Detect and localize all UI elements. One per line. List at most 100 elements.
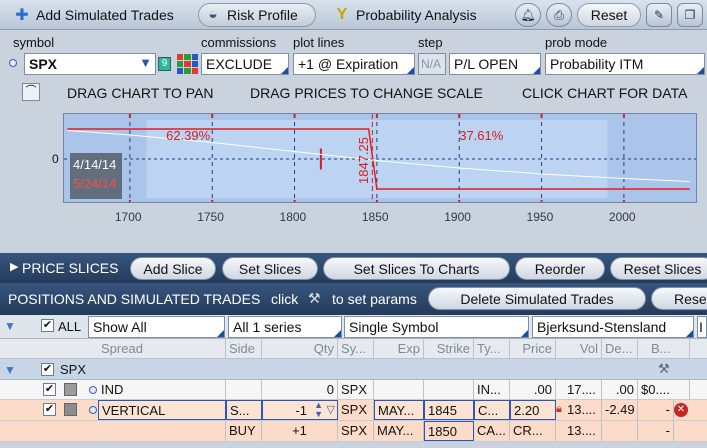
row-link-dot[interactable] bbox=[89, 386, 97, 394]
step-mode-select[interactable]: P/L OPEN bbox=[449, 53, 541, 75]
col-header-type[interactable]: Ty... bbox=[474, 339, 510, 359]
group-row[interactable]: ▼ ✔ SPX ⚒ bbox=[0, 359, 707, 380]
extra-filter-select[interactable]: I bbox=[697, 316, 707, 338]
table-row[interactable]: ✔ VERTICAL S... -1 ▲ ▼ ▽ SPX MAY... 1845 … bbox=[0, 400, 707, 421]
symbol-filter-select[interactable]: Single Symbol bbox=[344, 316, 529, 338]
reset-slices-button[interactable]: Reset Slices bbox=[610, 257, 707, 280]
col-header-spread[interactable]: Spread bbox=[98, 339, 226, 359]
price-slices-bar: ▶ PRICE SLICES Add Slice Set Slices Set … bbox=[0, 253, 707, 283]
cell-strike[interactable]: 1845 bbox=[424, 400, 474, 420]
plus-icon: ✚ bbox=[15, 7, 29, 24]
cell-exp[interactable]: MAY... bbox=[374, 400, 424, 420]
cell-side[interactable]: BUY bbox=[226, 421, 262, 441]
plot-lines-value: +1 @ Expiration bbox=[298, 56, 399, 72]
pin-button[interactable]: ✎ bbox=[646, 3, 672, 27]
lock-icon[interactable]: 🔒︎ bbox=[556, 403, 562, 416]
reorder-button[interactable]: Reorder bbox=[515, 257, 605, 280]
cell-exp[interactable]: MAY... bbox=[374, 421, 424, 441]
remove-row-icon[interactable]: ✕ bbox=[674, 403, 688, 417]
tab-label: Risk Profile bbox=[227, 7, 298, 23]
row-checkbox[interactable]: ✔ bbox=[43, 403, 56, 416]
hint-scale: DRAG PRICES TO CHANGE SCALE bbox=[250, 85, 483, 101]
positions-bar: POSITIONS AND SIMULATED TRADES click ⚒ t… bbox=[0, 283, 707, 315]
col-header-b[interactable]: B... bbox=[648, 339, 690, 359]
prob-left-label: 62.39% bbox=[166, 128, 211, 143]
col-header-delta[interactable]: De... bbox=[602, 339, 638, 359]
tab-add-simulated-trades[interactable]: ✚ Add Simulated Trades bbox=[8, 3, 180, 27]
symbol-value: SPX bbox=[29, 56, 58, 72]
row-color-swatch[interactable] bbox=[64, 403, 77, 416]
detach-button[interactable]: ❐ bbox=[677, 3, 703, 27]
cell-type[interactable]: C... bbox=[474, 400, 510, 420]
cell-side[interactable]: S... bbox=[226, 400, 262, 420]
group-checkbox[interactable]: ✔ bbox=[41, 363, 54, 376]
cell-qty: 0 bbox=[262, 380, 338, 400]
col-header-strike[interactable]: Strike bbox=[424, 339, 474, 359]
col-header-price[interactable]: Price bbox=[510, 339, 556, 359]
set-slices-button[interactable]: Set Slices bbox=[222, 257, 318, 280]
model-filter-select[interactable]: Bjerksund-Stensland bbox=[532, 316, 694, 338]
dropdown-corner-icon bbox=[521, 330, 528, 337]
select-all-checkbox[interactable]: ✔ bbox=[41, 319, 54, 332]
dropdown-corner-icon bbox=[697, 67, 704, 74]
chevron-down-icon[interactable]: ▽ bbox=[327, 403, 335, 416]
collapse-all-icon[interactable]: ▼ bbox=[4, 319, 16, 333]
chart-type-icon[interactable]: ⌒ bbox=[22, 83, 40, 101]
row-link-dot[interactable] bbox=[89, 406, 97, 414]
risk-profile-chart[interactable]: 62.39% 37.61% 1847.25 bbox=[63, 113, 697, 203]
series-filter-select[interactable]: All 1 series bbox=[228, 316, 342, 338]
delete-simulated-trades-button[interactable]: Delete Simulated Trades bbox=[428, 287, 646, 310]
top-tab-bar: ✚ Add Simulated Trades ◒ Risk Profile Y … bbox=[0, 0, 707, 30]
dropdown-corner-icon bbox=[281, 67, 288, 74]
row-checkbox[interactable]: ✔ bbox=[43, 383, 56, 396]
commissions-value: EXCLUDE bbox=[206, 56, 273, 72]
cell-delta bbox=[602, 421, 638, 441]
wrench-icon[interactable]: ⚒ bbox=[658, 361, 670, 377]
x-tick-label: 1850 bbox=[361, 210, 389, 224]
cell-price[interactable]: 2.20 bbox=[510, 400, 556, 420]
symbol-label: symbol bbox=[13, 35, 55, 50]
step-input[interactable]: N/A bbox=[418, 53, 446, 75]
cell-type[interactable]: CA... bbox=[474, 421, 510, 441]
col-header-qty[interactable]: Qty bbox=[262, 339, 338, 359]
stepper-arrows-icon[interactable]: ▲ ▼ bbox=[314, 401, 323, 419]
symbol-link-dot[interactable] bbox=[9, 59, 17, 67]
cell-price[interactable]: CR... bbox=[510, 421, 556, 441]
add-slice-button[interactable]: Add Slice bbox=[130, 257, 216, 280]
symbol-badge[interactable]: 9 bbox=[158, 57, 171, 71]
show-filter-select[interactable]: Show All bbox=[88, 316, 225, 338]
plot-lines-select[interactable]: +1 @ Expiration bbox=[293, 53, 415, 75]
expand-arrow-icon[interactable]: ▶ bbox=[10, 260, 18, 273]
set-slices-to-charts-button[interactable]: Set Slices To Charts bbox=[323, 257, 510, 280]
prob-mode-select[interactable]: Probability ITM bbox=[545, 53, 705, 75]
cell-strike[interactable]: 1850 bbox=[424, 421, 474, 441]
tab-probability-analysis[interactable]: Y Probability Analysis bbox=[328, 3, 483, 27]
plot-lines-label: plot lines bbox=[293, 35, 345, 50]
reset-positions-button[interactable]: Rese bbox=[651, 287, 707, 310]
print-button[interactable]: ⎙ bbox=[546, 3, 572, 27]
cell-spread[interactable]: VERTICAL bbox=[98, 400, 226, 420]
tab-risk-profile[interactable]: ◒ Risk Profile bbox=[198, 3, 316, 27]
table-row[interactable]: BUY +1 SPX MAY... 1850 CA... CR... 13...… bbox=[0, 421, 707, 442]
col-header-symbol[interactable]: Sy... bbox=[338, 339, 374, 359]
hint-pan: DRAG CHART TO PAN bbox=[67, 85, 214, 101]
col-header-exp[interactable]: Exp bbox=[374, 339, 424, 359]
grid-color-icon[interactable] bbox=[177, 54, 198, 74]
table-row[interactable]: ✔ IND 0 SPX IN... .00 17.... .00 $0.... bbox=[0, 380, 707, 400]
filter-row: ▼ ✔ ALL Show All All 1 series Single Sym… bbox=[0, 315, 707, 339]
cell-qty[interactable]: +1 bbox=[262, 421, 338, 441]
x-tick-label: 1700 bbox=[114, 210, 142, 224]
commissions-select[interactable]: EXCLUDE bbox=[201, 53, 289, 75]
alert-bell-button[interactable]: 🔔︎ bbox=[515, 3, 541, 27]
model-filter-value: Bjerksund-Stensland bbox=[537, 319, 667, 335]
row-color-swatch[interactable] bbox=[64, 383, 77, 396]
cell-side bbox=[226, 380, 262, 400]
col-header-vol[interactable]: Vol bbox=[564, 339, 602, 359]
col-header-side[interactable]: Side bbox=[226, 339, 262, 359]
x-tick-label: 2000 bbox=[608, 210, 636, 224]
reset-button[interactable]: Reset bbox=[577, 3, 641, 27]
symbol-input[interactable]: SPX ▼ bbox=[24, 53, 156, 75]
cell-vol: 13.... bbox=[564, 421, 602, 441]
collapse-group-icon[interactable]: ▼ bbox=[4, 363, 16, 377]
qty-stepper[interactable]: -1 ▲ ▼ ▽ bbox=[262, 400, 338, 420]
